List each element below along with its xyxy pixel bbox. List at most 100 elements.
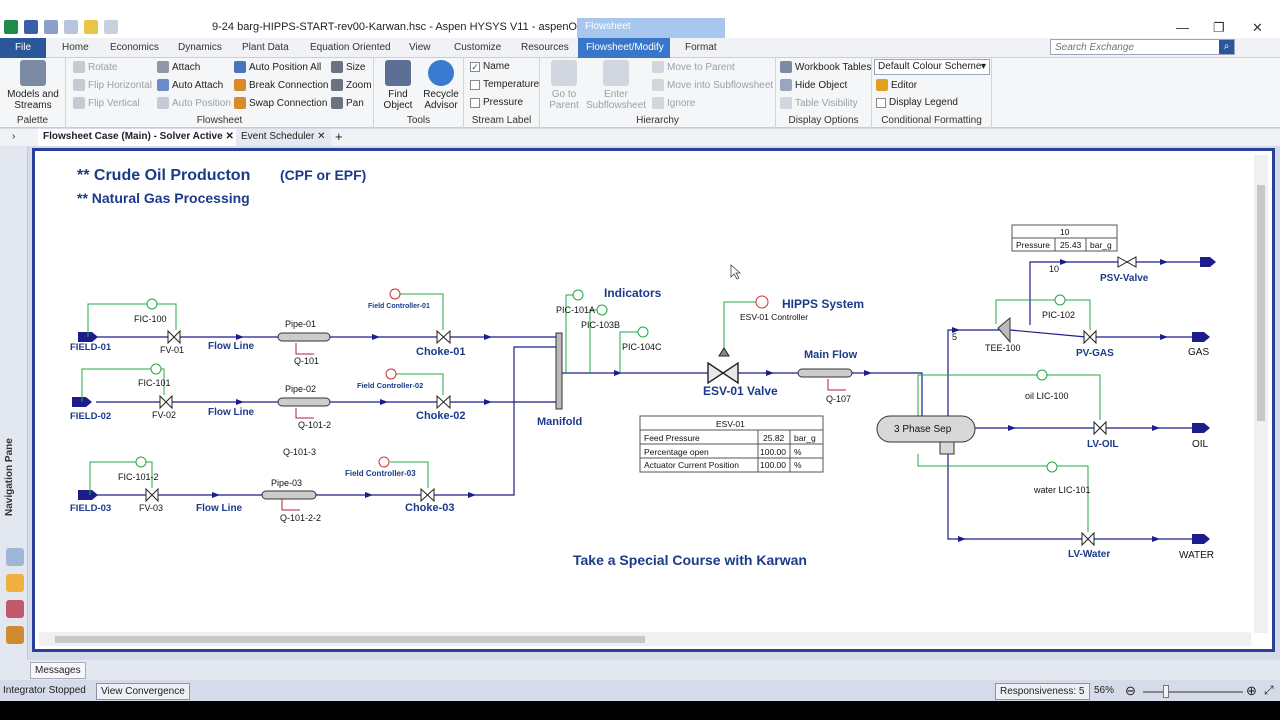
tab-event-scheduler[interactable]: Event Scheduler ✕ bbox=[236, 129, 331, 146]
size-button[interactable]: Size bbox=[331, 61, 365, 73]
auto-position-button[interactable]: Auto Position bbox=[157, 97, 231, 109]
search-icon[interactable]: ⌕ bbox=[1219, 40, 1234, 54]
tee-100-label[interactable]: TEE-100 bbox=[985, 343, 1021, 353]
field-01-label[interactable]: FIELD-01 bbox=[70, 342, 112, 353]
auto-position-all-button[interactable]: Auto Position All bbox=[234, 61, 321, 73]
field-02-label[interactable]: FIELD-02 bbox=[70, 411, 111, 422]
flowsheet-canvas[interactable]: ** Crude Oil Producton (CPF or EPF) ** N… bbox=[32, 148, 1275, 652]
safety-analysis-icon[interactable] bbox=[6, 600, 24, 618]
tab-home[interactable]: Home bbox=[54, 38, 97, 58]
tab-dynamics[interactable]: Dynamics bbox=[170, 38, 230, 58]
zoom-slider[interactable] bbox=[1143, 691, 1243, 693]
layout-icon[interactable] bbox=[104, 20, 118, 34]
rotate-button[interactable]: Rotate bbox=[73, 61, 117, 73]
scroll-thumb[interactable] bbox=[1257, 185, 1265, 421]
close-tab-icon[interactable]: ✕ bbox=[317, 131, 325, 142]
tab-view[interactable]: View bbox=[401, 38, 439, 58]
energy-icon[interactable] bbox=[6, 626, 24, 644]
search-exchange-input[interactable] bbox=[1050, 39, 1235, 55]
fv-02-label[interactable]: FV-02 bbox=[152, 410, 176, 420]
pipe-01-label[interactable]: Pipe-01 bbox=[285, 319, 316, 329]
new-tab-icon[interactable]: + bbox=[330, 129, 348, 146]
move-into-subflowsheet-button[interactable]: Move into Subflowsheet bbox=[652, 79, 773, 91]
lv-oil-label[interactable]: LV-OIL bbox=[1087, 439, 1118, 450]
pic-101a-label[interactable]: PIC-101A bbox=[556, 305, 595, 315]
pic-103b-label[interactable]: PIC-103B bbox=[581, 320, 620, 330]
scroll-thumb[interactable] bbox=[55, 636, 645, 643]
field-controller-01-label[interactable]: Field Controller-01 bbox=[368, 303, 430, 310]
navigation-pane[interactable]: Navigation Pane bbox=[0, 146, 28, 660]
close-tab-icon[interactable]: ✕ bbox=[225, 131, 233, 142]
psv-valve-label[interactable]: PSV-Valve bbox=[1100, 273, 1149, 284]
view-convergence-button[interactable]: View Convergence bbox=[96, 683, 190, 700]
flip-vertical-button[interactable]: Flip Vertical bbox=[73, 97, 140, 109]
horizontal-scrollbar[interactable] bbox=[39, 632, 1251, 646]
zoom-slider-thumb[interactable] bbox=[1163, 685, 1169, 698]
stream-5-label[interactable]: 5 bbox=[952, 332, 957, 342]
undo-icon[interactable] bbox=[44, 20, 58, 34]
lic-100-label[interactable]: oil LIC-100 bbox=[1025, 391, 1069, 401]
fic-100-label[interactable]: FIC-100 bbox=[134, 314, 167, 324]
colour-scheme-select[interactable]: Default Colour Scheme ▾ bbox=[874, 59, 990, 75]
break-connection-button[interactable]: Break Connection bbox=[234, 79, 329, 91]
swap-connection-button[interactable]: Swap Connection bbox=[234, 97, 327, 109]
stream-10-label[interactable]: 10 bbox=[1049, 264, 1059, 274]
tab-flowsheet-case[interactable]: Flowsheet Case (Main) - Solver Active ✕ bbox=[38, 129, 239, 146]
esv-controller-label[interactable]: ESV-01 Controller bbox=[740, 312, 808, 322]
tab-file[interactable]: File bbox=[0, 38, 46, 58]
gas-product-label[interactable]: GAS bbox=[1188, 347, 1209, 358]
display-legend-checkbox[interactable]: Display Legend bbox=[876, 97, 958, 108]
close-button[interactable]: ✕ bbox=[1252, 20, 1263, 36]
choke-02-label[interactable]: Choke-02 bbox=[416, 410, 466, 422]
pipe-02-label[interactable]: Pipe-02 bbox=[285, 384, 316, 394]
lv-water-label[interactable]: LV-Water bbox=[1068, 549, 1110, 560]
pipe-03-label[interactable]: Pipe-03 bbox=[271, 478, 302, 488]
oil-product-label[interactable]: OIL bbox=[1192, 439, 1209, 450]
controller-bubbles[interactable] bbox=[135, 289, 1066, 473]
manifold[interactable] bbox=[555, 332, 563, 410]
fic-101-2-label[interactable]: FIC-101-2 bbox=[118, 472, 159, 482]
editor-button[interactable]: Editor bbox=[876, 79, 917, 91]
find-object-button[interactable]: Find Object bbox=[378, 60, 418, 111]
flow-line-3-label[interactable]: Flow Line bbox=[196, 503, 243, 514]
tab-resources[interactable]: Resources bbox=[513, 38, 577, 58]
hide-object-button[interactable]: Hide Object bbox=[780, 79, 847, 91]
pv-gas-label[interactable]: PV-GAS bbox=[1076, 348, 1114, 359]
zoom-in-icon[interactable]: ⊕ bbox=[1246, 683, 1257, 699]
workbook-tables-button[interactable]: Workbook Tables bbox=[780, 61, 871, 73]
choke-03-label[interactable]: Choke-03 bbox=[405, 502, 455, 514]
q-107-label[interactable]: Q-107 bbox=[826, 394, 851, 404]
q-101-label[interactable]: Q-101 bbox=[294, 356, 319, 366]
zoom-button[interactable]: Zoom bbox=[331, 79, 372, 91]
lic-101-label[interactable]: water LIC-101 bbox=[1033, 485, 1091, 495]
tab-flowsheet-modify[interactable]: Flowsheet/Modify bbox=[578, 38, 670, 58]
name-checkbox[interactable]: ✓ Name bbox=[470, 61, 510, 72]
pic-104c-label[interactable]: PIC-104C bbox=[622, 342, 662, 352]
tab-format[interactable]: Format bbox=[677, 38, 725, 58]
pan-button[interactable]: Pan bbox=[331, 97, 364, 109]
pic-102-label[interactable]: PIC-102 bbox=[1042, 310, 1075, 320]
ignore-button[interactable]: Ignore bbox=[652, 97, 695, 109]
move-to-parent-button[interactable]: Move to Parent bbox=[652, 61, 735, 73]
water-product-label[interactable]: WATER bbox=[1179, 550, 1214, 561]
fic-101-label[interactable]: FIC-101 bbox=[138, 378, 171, 388]
recycle-advisor-button[interactable]: Recycle Advisor bbox=[420, 60, 462, 111]
save-icon[interactable] bbox=[24, 20, 38, 34]
q-101-3-label[interactable]: Q-101-3 bbox=[283, 447, 316, 457]
messages-tab[interactable]: Messages bbox=[30, 662, 86, 679]
enter-subflowsheet-button[interactable]: Enter Subflowsheet bbox=[586, 60, 646, 111]
flip-horizontal-button[interactable]: Flip Horizontal bbox=[73, 79, 152, 91]
tab-equation-oriented[interactable]: Equation Oriented bbox=[302, 38, 399, 58]
tab-plant-data[interactable]: Plant Data bbox=[234, 38, 297, 58]
maximize-button[interactable]: ❐ bbox=[1213, 20, 1225, 36]
field-controller-03-label[interactable]: Field Controller-03 bbox=[345, 469, 416, 478]
flow-line-2-label[interactable]: Flow Line bbox=[208, 407, 255, 418]
attach-button[interactable]: Attach bbox=[157, 61, 200, 73]
separator-label[interactable]: 3 Phase Sep bbox=[894, 424, 952, 435]
flow-line-1-label[interactable]: Flow Line bbox=[208, 341, 255, 352]
fit-view-icon[interactable]: ⤢ bbox=[1264, 683, 1274, 698]
esv-valve-label[interactable]: ESV-01 Valve bbox=[703, 384, 778, 398]
vertical-scrollbar[interactable] bbox=[1254, 155, 1268, 633]
field-03-label[interactable]: FIELD-03 bbox=[70, 503, 111, 514]
fv-01-label[interactable]: FV-01 bbox=[160, 345, 184, 355]
